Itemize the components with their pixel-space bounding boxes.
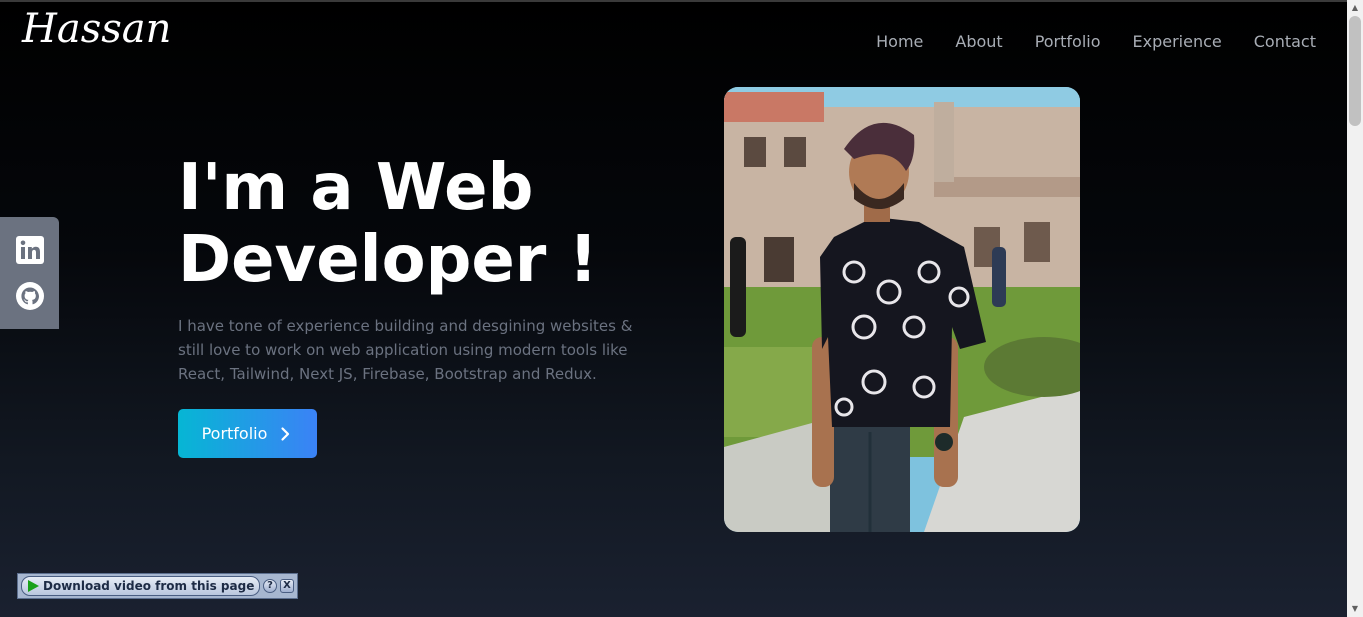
hero-title-line-1: I'm a Web — [178, 151, 534, 225]
top-border — [0, 0, 1347, 2]
download-video-button[interactable]: Download video from this page — [21, 576, 261, 596]
nav-link-experience[interactable]: Experience — [1133, 32, 1222, 51]
page-scrollbar[interactable]: ▲ ▼ — [1347, 0, 1363, 617]
play-icon — [28, 580, 39, 592]
hero-description: I have tone of experience building and d… — [178, 317, 633, 383]
nav-link-portfolio[interactable]: Portfolio — [1035, 32, 1101, 51]
main-nav: Home About Portfolio Experience Contact — [876, 32, 1316, 51]
nav-link-about[interactable]: About — [955, 32, 1002, 51]
social-links — [0, 217, 59, 329]
close-button[interactable]: X — [280, 579, 294, 593]
scroll-thumb[interactable] — [1349, 16, 1361, 126]
linkedin-icon[interactable] — [15, 235, 45, 265]
scroll-down-icon[interactable]: ▼ — [1350, 604, 1360, 614]
portfolio-button-label: Portfolio — [201, 424, 268, 443]
nav-link-contact[interactable]: Contact — [1254, 32, 1316, 51]
hero-title: I'm a Web Developer ! — [178, 152, 698, 296]
scroll-up-icon[interactable]: ▲ — [1350, 3, 1360, 13]
portfolio-button[interactable]: Portfolio — [178, 409, 317, 458]
nav-link-home[interactable]: Home — [876, 32, 923, 51]
profile-photo — [724, 87, 1080, 532]
chevron-right-icon — [281, 426, 290, 441]
download-video-label: Download video from this page — [43, 579, 255, 593]
help-button[interactable]: ? — [263, 579, 278, 593]
hero-title-line-2: Developer ! — [178, 223, 598, 297]
download-video-bar: Download video from this page ? X — [17, 573, 298, 599]
github-icon[interactable] — [15, 281, 45, 311]
site-logo[interactable]: Hassan — [22, 6, 171, 52]
